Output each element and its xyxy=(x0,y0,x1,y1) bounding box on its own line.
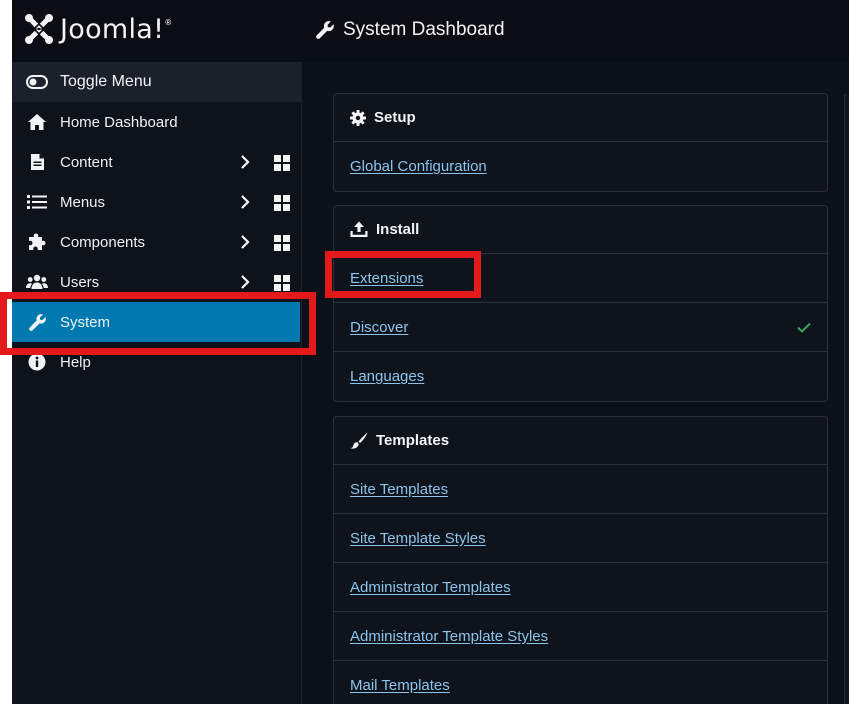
sidebar-item-label: System xyxy=(60,313,111,331)
gear-icon xyxy=(350,109,366,126)
wrench-icon xyxy=(26,313,48,332)
dashboard-grid-icon[interactable] xyxy=(274,275,290,296)
home-icon xyxy=(26,113,48,131)
install-card-header: Install xyxy=(334,206,827,254)
administrator-template-styles-link[interactable]: Administrator Template Styles xyxy=(350,628,548,645)
main-content: Setup Global Configuration Install Exten… xyxy=(303,62,849,704)
discover-link[interactable]: Discover xyxy=(350,319,408,336)
file-icon xyxy=(26,153,48,171)
list-item: Site Templates xyxy=(334,465,827,514)
list-item: Languages xyxy=(334,352,827,401)
templates-card: Templates Site Templates Site Template S… xyxy=(333,416,828,704)
toggle-menu-label: Toggle Menu xyxy=(60,73,152,90)
list-item: Mail Templates xyxy=(334,661,827,704)
toggle-menu-button[interactable]: Toggle Menu xyxy=(12,62,301,102)
administrator-templates-link[interactable]: Administrator Templates xyxy=(350,579,511,596)
sidebar-item-label: Components xyxy=(60,233,146,251)
list-item: Discover xyxy=(334,303,827,352)
sidebar: Toggle Menu Home Dashboard Content Menus… xyxy=(12,62,302,704)
sidebar-item-label: Menus xyxy=(60,193,106,211)
wrench-icon xyxy=(316,21,334,39)
templates-card-header: Templates xyxy=(334,417,827,465)
joomla-logo-icon xyxy=(25,14,53,44)
setup-card-header: Setup xyxy=(334,94,827,142)
dashboard-grid-icon[interactable] xyxy=(274,155,290,176)
toggle-icon xyxy=(26,75,48,89)
languages-link[interactable]: Languages xyxy=(350,368,424,385)
extensions-link[interactable]: Extensions xyxy=(350,270,423,287)
chevron-right-icon[interactable] xyxy=(240,234,250,255)
sidebar-item-help[interactable]: Help xyxy=(12,342,301,382)
check-icon xyxy=(797,320,811,338)
chevron-right-icon[interactable] xyxy=(240,154,250,175)
list-item: Site Template Styles xyxy=(334,514,827,563)
users-icon xyxy=(26,274,48,290)
install-card-title: Install xyxy=(376,221,420,238)
header: Joomla!® System Dashboard xyxy=(12,0,849,62)
brush-icon xyxy=(350,432,368,449)
app-window: Joomla!® System Dashboard Toggle Menu Ho… xyxy=(12,0,849,704)
templates-card-title: Templates xyxy=(376,432,450,449)
list-item: Global Configuration xyxy=(334,142,827,191)
logo-text: Joomla!® xyxy=(60,13,173,45)
sidebar-item-users[interactable]: Users xyxy=(12,262,301,302)
chevron-right-icon[interactable] xyxy=(240,274,250,295)
chevron-right-icon[interactable] xyxy=(240,194,250,215)
sidebar-item-home-dashboard[interactable]: Home Dashboard xyxy=(12,102,301,142)
site-template-styles-link[interactable]: Site Template Styles xyxy=(350,530,486,547)
page-title: System Dashboard xyxy=(343,19,505,40)
page-header: System Dashboard xyxy=(315,16,505,44)
puzzle-icon xyxy=(26,232,48,252)
sidebar-item-label: Home Dashboard xyxy=(60,113,178,131)
site-templates-link[interactable]: Site Templates xyxy=(350,481,448,498)
joomla-logo[interactable]: Joomla!® xyxy=(24,12,173,46)
list-item: Extensions xyxy=(334,254,827,303)
sidebar-item-label: Help xyxy=(60,353,91,371)
scroll-edge xyxy=(844,94,849,704)
install-card: Install Extensions Discover Languages xyxy=(333,205,828,402)
global-configuration-link[interactable]: Global Configuration xyxy=(350,158,487,175)
list-item: Administrator Templates xyxy=(334,563,827,612)
dashboard-grid-icon[interactable] xyxy=(274,195,290,216)
list-icon xyxy=(26,194,48,210)
info-icon xyxy=(26,353,48,371)
sidebar-item-label: Users xyxy=(60,273,100,291)
mail-templates-link[interactable]: Mail Templates xyxy=(350,677,450,694)
sidebar-item-components[interactable]: Components xyxy=(12,222,301,262)
sidebar-item-content[interactable]: Content xyxy=(12,142,301,182)
sidebar-item-menus[interactable]: Menus xyxy=(12,182,301,222)
setup-card: Setup Global Configuration xyxy=(333,93,828,192)
setup-card-title: Setup xyxy=(374,109,416,126)
list-item: Administrator Template Styles xyxy=(334,612,827,661)
sidebar-item-label: Content xyxy=(60,153,113,171)
dashboard-grid-icon[interactable] xyxy=(274,235,290,256)
sidebar-item-system[interactable]: System xyxy=(12,302,300,342)
upload-icon xyxy=(350,221,368,237)
